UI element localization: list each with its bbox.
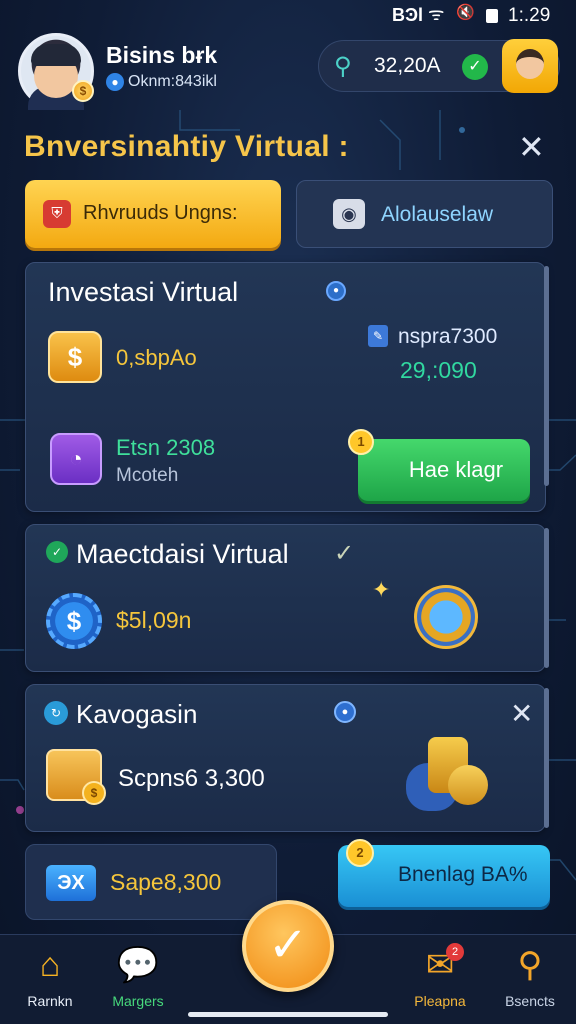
chart-value: Etsn 2308 — [116, 435, 216, 460]
shield-icon: ⛨ — [43, 200, 71, 228]
status-bar: ΒϿl ᯤ 🔇 1:.29 — [0, 0, 576, 30]
compass-medal-icon — [414, 585, 478, 649]
check-icon: ✓ — [462, 54, 488, 80]
coin-badge-icon: $ — [72, 80, 94, 102]
tab-secondary-label: Alolauselaw — [381, 203, 494, 226]
coin-icon: $ — [48, 331, 102, 383]
close-icon[interactable]: ✕ — [510, 697, 533, 730]
info-icon[interactable]: ● — [326, 281, 346, 301]
virtual-market-value: $5l,09n — [116, 607, 192, 633]
exchange-card[interactable]: ЭX Sape8,300 — [25, 844, 277, 920]
invest-button[interactable]: 1 Hae klagr — [348, 429, 530, 501]
nav-finance[interactable]: ✉ 2 Pleapna — [390, 935, 490, 1024]
camera-icon: ◉ — [333, 199, 365, 229]
mute-icon: 🔇 — [456, 4, 475, 21]
page-title: Bnversinahtiy Virtual : — [24, 130, 349, 163]
nav-home[interactable]: ⌂ Rarnkn — [0, 935, 100, 1024]
nav-manager-label: Margers — [112, 993, 164, 1009]
dollar-gear-icon: $ — [46, 593, 102, 649]
stat-value: 29,:090 — [400, 357, 477, 383]
confirm-fab-button[interactable]: ✓ — [242, 900, 334, 992]
close-icon[interactable]: ✕ — [518, 128, 545, 166]
savings-card: ↻ Kavogasin ● ✕ $ Scpns6 3,300 — [25, 684, 546, 832]
tab-primary[interactable]: ⛨ Rhvruuds Ungns: — [25, 180, 281, 248]
invest-button-label: Hae klagr — [408, 457, 504, 482]
investment-card: Investasi Virtual ● $ 0,sbpAo ✎ nspra730… — [25, 262, 546, 512]
signal-indicator: ΒϿl — [392, 5, 423, 25]
stat-label: nspra7300 — [398, 325, 498, 348]
battery-icon — [486, 9, 498, 23]
chat-icon: 💬 — [116, 946, 160, 984]
checkmark-icon: ✓ — [334, 540, 355, 567]
status-time: 1:.29 — [508, 5, 551, 26]
coin-icon: $ — [82, 781, 106, 805]
nav-home-label: Rarnkn — [27, 993, 73, 1009]
action-button[interactable]: 2 Bnenlag BA% — [338, 839, 550, 907]
chart-icon: ◔ — [50, 433, 102, 485]
scrollbar[interactable] — [544, 688, 549, 828]
mail-icon: ✉ — [425, 946, 455, 984]
stamp-icon: ⚲ — [517, 946, 543, 984]
scrollbar[interactable] — [544, 528, 549, 668]
scrollbar[interactable] — [544, 266, 549, 486]
action-badge: 2 — [346, 839, 374, 867]
info-icon[interactable]: ● — [334, 701, 356, 723]
wifi-icon: ᯤ — [428, 4, 445, 24]
savings-card-title: Kavogasin — [76, 699, 198, 729]
virtual-market-card: ✓ Maectdaisi Virtual ✓ $ $5l,09n ✦ — [25, 524, 546, 672]
search-icon[interactable]: ⚲ — [334, 52, 352, 81]
nav-finance-label: Pleapna — [414, 993, 466, 1009]
gold-coins-icon — [406, 737, 490, 813]
wallet-icon: $ — [46, 749, 106, 805]
leaf-icon: ✓ — [46, 541, 68, 563]
user-subtitle: Oknm:843ikl — [128, 73, 217, 90]
chart-label: Mcoteh — [116, 465, 179, 486]
verified-icon: ● — [106, 73, 124, 91]
action-button-label: Bnenlag BA% — [398, 863, 528, 886]
notification-badge: 2 — [446, 943, 464, 961]
tab-secondary[interactable]: ◉ Alolauselaw — [296, 180, 553, 248]
exchange-icon: ЭX — [46, 865, 96, 901]
tab-primary-label: Rhvruuds Ungns: — [83, 202, 238, 224]
edit-icon: ✎ — [368, 325, 388, 347]
avatar-hair — [31, 44, 81, 66]
refresh-icon: ↻ — [44, 701, 68, 725]
user-name: Bisins bɍk — [106, 42, 218, 68]
gold-coin-shape — [448, 765, 488, 805]
nav-profile-label: Bsencts — [505, 993, 555, 1009]
virtual-market-title: Maectdaisi Virtual — [76, 539, 289, 569]
exchange-value: Sape8,300 — [110, 869, 222, 895]
account-avatar-face — [516, 49, 544, 79]
coin-value: 0,sbpAo — [116, 345, 197, 370]
nav-profile[interactable]: ⚲ Bsencts — [480, 935, 576, 1024]
sparkle-icon: ✦ — [372, 577, 391, 602]
investment-card-title: Investasi Virtual — [48, 277, 239, 307]
nav-manager[interactable]: 💬 Margers — [88, 935, 188, 1024]
home-indicator — [188, 1012, 388, 1017]
savings-value: Scpns6 3,300 — [118, 765, 265, 792]
coin-badge-icon: 1 — [348, 429, 374, 455]
balance-value: 32,20A — [374, 54, 441, 77]
account-avatar-button[interactable] — [502, 39, 558, 93]
home-icon: ⌂ — [39, 946, 61, 984]
